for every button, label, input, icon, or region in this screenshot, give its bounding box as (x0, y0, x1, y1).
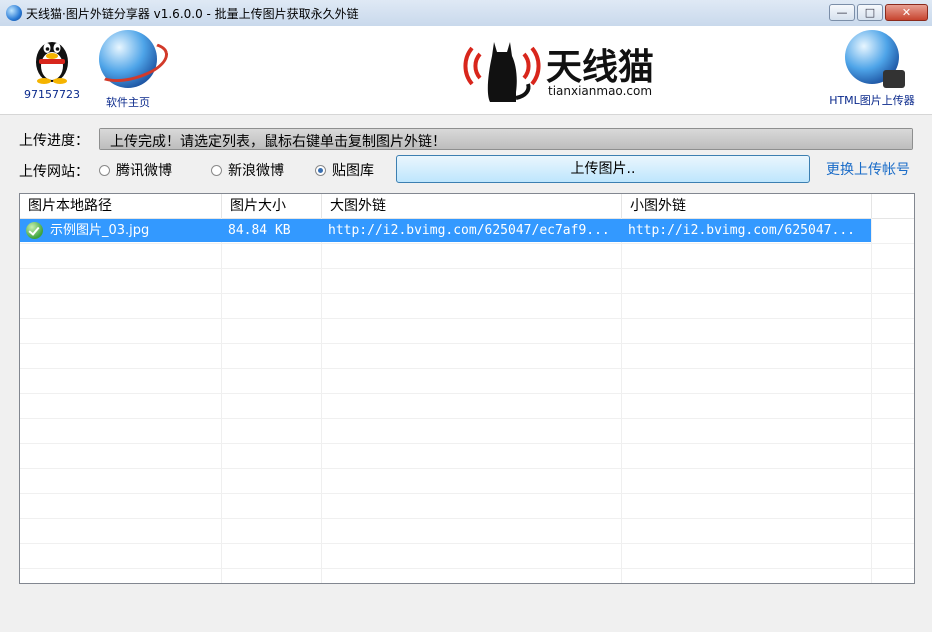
homepage-label: 软件主页 (106, 96, 150, 109)
radio-dot (211, 164, 222, 176)
column-divider (221, 218, 222, 583)
cell-large-link: http://i2.bvimg.com/625047/ec7af9... (328, 223, 610, 238)
qq-contact[interactable]: 97157723 (22, 32, 82, 101)
column-header-small-link[interactable]: 小图外链 (622, 194, 872, 218)
radio-dot-selected (315, 164, 326, 176)
column-header-large-link[interactable]: 大图外链 (322, 194, 622, 218)
upload-site-label: 上传网站： (19, 164, 89, 180)
upload-progress-label: 上传进度： (19, 133, 89, 149)
plug-icon (883, 70, 905, 88)
uploaded-images-table[interactable]: 图片本地路径 图片大小 大图外链 小图外链 示例图片_03.jpg 84.84 … (19, 193, 915, 584)
upload-images-button[interactable]: 上传图片.. (396, 155, 810, 183)
file-name: 示例图片_03.jpg (50, 223, 150, 238)
radio-label: 新浪微博 (228, 163, 284, 179)
radio-dot (99, 164, 110, 176)
row-gridline (20, 493, 914, 494)
switch-account-link[interactable]: 更换上传帐号 (826, 159, 910, 179)
maximize-button[interactable]: □ (857, 4, 883, 21)
table-header: 图片本地路径 图片大小 大图外链 小图外链 (20, 194, 914, 219)
title-bar: 天线猫·图片外链分享器 v1.6.0.0 - 批量上传图片获取永久外链 — □ … (0, 0, 932, 27)
minimize-button[interactable]: — (829, 4, 855, 21)
qq-penguin-icon (32, 32, 72, 84)
cell-small-link: http://i2.bvimg.com/625047... (628, 223, 855, 238)
check-success-icon (26, 222, 43, 239)
row-gridline (20, 443, 914, 444)
row-gridline (20, 368, 914, 369)
row-gridline (20, 318, 914, 319)
tianxianmao-logo: 天线猫 tianxianmao.com (460, 34, 670, 106)
globe-icon (99, 30, 157, 88)
column-header-size[interactable]: 图片大小 (222, 194, 322, 218)
qq-number-label: 97157723 (24, 88, 80, 101)
app-icon (6, 5, 22, 21)
row-gridline (20, 268, 914, 269)
html-uploader-label: HTML图片上传器 (829, 94, 915, 107)
column-divider (321, 218, 322, 583)
cat-antenna-logo-icon (463, 42, 541, 102)
column-divider (871, 218, 872, 583)
upload-progress-bar: 上传完成！请选定列表，鼠标右键单击复制图片外链！ (99, 128, 913, 150)
row-gridline (20, 393, 914, 394)
column-divider (621, 218, 622, 583)
logo-title: 天线猫 (546, 47, 655, 88)
logo-subtitle: tianxianmao.com (548, 84, 653, 98)
radio-label: 腾讯微博 (116, 163, 172, 179)
globe-plug-icon (845, 30, 905, 88)
table-row[interactable]: 示例图片_03.jpg 84.84 KB http://i2.bvimg.com… (20, 219, 871, 242)
radio-sina-weibo[interactable]: 新浪微博 (211, 160, 284, 180)
column-header-local-path[interactable]: 图片本地路径 (20, 194, 222, 218)
cell-size: 84.84 KB (228, 223, 291, 238)
row-gridline (20, 418, 914, 419)
row-gridline (20, 343, 914, 344)
software-homepage-link[interactable]: 软件主页 (96, 30, 160, 110)
radio-label: 贴图库 (332, 163, 374, 179)
header-banner: 97157723 软件主页 天线猫 tianxianmao.com HTML图片… (0, 26, 932, 115)
row-gridline (20, 243, 914, 244)
row-gridline (20, 293, 914, 294)
close-button[interactable]: ✕ (885, 4, 928, 21)
radio-tietuku[interactable]: 贴图库 (315, 160, 374, 180)
html-uploader-link[interactable]: HTML图片上传器 (822, 30, 922, 108)
row-gridline (20, 468, 914, 469)
row-gridline (20, 568, 914, 569)
row-gridline (20, 543, 914, 544)
progress-status-text: 上传完成！请选定列表，鼠标右键单击复制图片外链！ (110, 134, 446, 150)
cell-local-path: 示例图片_03.jpg (20, 219, 222, 242)
row-gridline (20, 518, 914, 519)
window-title: 天线猫·图片外链分享器 v1.6.0.0 - 批量上传图片获取永久外链 (26, 7, 359, 21)
radio-tencent-weibo[interactable]: 腾讯微博 (99, 160, 172, 180)
